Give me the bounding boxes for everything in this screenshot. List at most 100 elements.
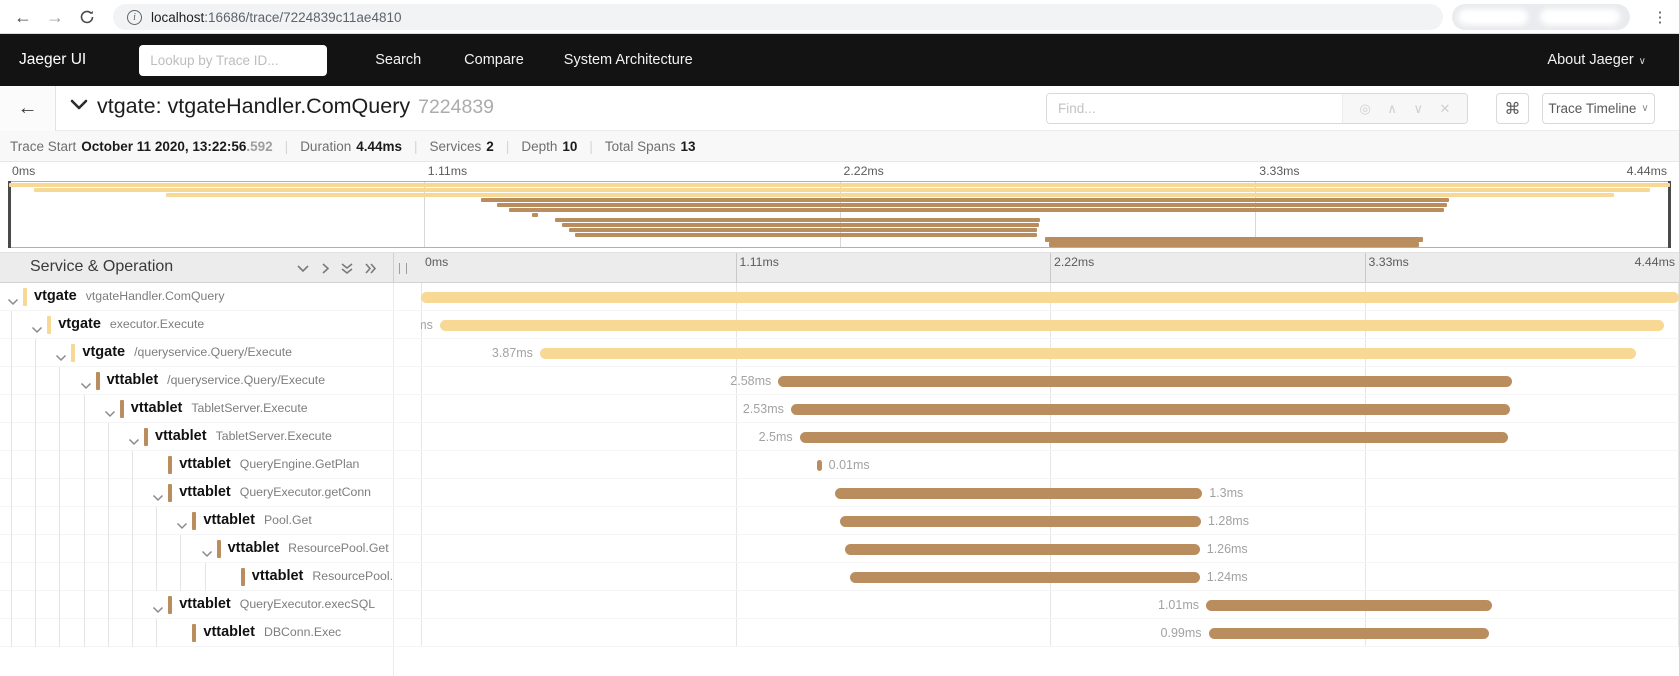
span-duration-bar[interactable] bbox=[778, 376, 1511, 387]
find-input[interactable] bbox=[1047, 94, 1342, 123]
tree-indent-guide bbox=[108, 479, 109, 507]
tree-indent-guide bbox=[180, 535, 181, 563]
span-operation-name: vtgateHandler.ComQuery bbox=[86, 289, 225, 303]
span-tree-row[interactable]: vttabletResourcePool.Get bbox=[0, 535, 393, 563]
tree-indent-guide bbox=[108, 507, 109, 535]
span-tree-row[interactable]: vttablet/queryservice.Query/Execute bbox=[0, 367, 393, 395]
minimap-span-bar bbox=[575, 233, 1037, 237]
minimap-span-bar bbox=[497, 203, 1447, 207]
tree-indent-guide bbox=[11, 423, 12, 451]
tree-indent-guide bbox=[35, 591, 36, 619]
span-tree-row[interactable]: vttabletQueryExecutor.getConn bbox=[0, 479, 393, 507]
page-title: vtgate: vtgateHandler.ComQuery7224839 bbox=[97, 94, 494, 119]
tree-indent-guide bbox=[156, 619, 157, 647]
trace-id-lookup-input[interactable] bbox=[139, 45, 327, 76]
span-duration-bar[interactable] bbox=[440, 320, 1664, 331]
back-button[interactable]: ← bbox=[0, 86, 56, 131]
expand-all-icon[interactable] bbox=[364, 262, 377, 275]
chevron-down-icon[interactable] bbox=[152, 489, 164, 507]
span-duration-bar[interactable] bbox=[800, 432, 1508, 443]
expand-one-icon[interactable] bbox=[320, 262, 330, 275]
browser-reload-icon[interactable] bbox=[72, 0, 102, 34]
span-duration-bar[interactable] bbox=[850, 572, 1200, 583]
chevron-down-icon[interactable] bbox=[7, 293, 19, 311]
tree-indent-guide bbox=[11, 507, 12, 535]
browser-menu-icon[interactable]: ⋮ bbox=[1645, 0, 1675, 34]
minimap-left-handle[interactable] bbox=[8, 181, 11, 248]
nav-item-compare[interactable]: Compare bbox=[464, 52, 524, 68]
nav-item-system-architecture[interactable]: System Architecture bbox=[564, 52, 693, 68]
url-host: localhost bbox=[151, 10, 204, 25]
span-service-name: vttabletTabletServer.Execute bbox=[155, 428, 332, 444]
span-tree-row[interactable]: vttabletQueryExecutor.execSQL bbox=[0, 591, 393, 619]
span-service-name: vttabletTabletServer.Execute bbox=[131, 400, 308, 416]
span-tree-row[interactable]: vttabletTabletServer.Execute bbox=[0, 395, 393, 423]
collapse-one-icon[interactable] bbox=[296, 262, 310, 275]
tree-indent-guide bbox=[108, 619, 109, 647]
url-bar[interactable]: i localhost:16686/trace/7224839c11ae4810 bbox=[113, 4, 1443, 30]
trace-summary-bar: Trace Start October 11 2020, 13:22:56.59… bbox=[0, 131, 1679, 162]
time-tick-label: 1.11ms bbox=[740, 255, 779, 269]
chevron-down-icon[interactable] bbox=[176, 517, 188, 535]
span-duration-bar[interactable] bbox=[840, 516, 1201, 527]
jaeger-ui-brand[interactable]: Jaeger UI bbox=[19, 51, 86, 69]
tree-indent-guide bbox=[84, 563, 85, 591]
timeline-header-controls bbox=[296, 262, 377, 275]
span-tree-row[interactable]: vtgateexecutor.Execute bbox=[0, 311, 393, 339]
chevron-down-icon[interactable] bbox=[152, 601, 164, 619]
browser-back-icon[interactable]: ← bbox=[8, 0, 38, 34]
tree-indent-guide bbox=[84, 479, 85, 507]
table-row: vttabletDBConn.Exec 0.99ms bbox=[0, 619, 1679, 647]
site-info-icon[interactable]: i bbox=[127, 10, 142, 25]
span-timeline-cell: 1.3ms bbox=[421, 479, 1679, 507]
column-resizer-handle[interactable] bbox=[399, 263, 407, 274]
tree-indent-guide bbox=[59, 563, 60, 591]
tree-indent-guide bbox=[11, 311, 12, 339]
minimap-canvas[interactable] bbox=[8, 181, 1671, 248]
chevron-down-icon[interactable] bbox=[31, 321, 43, 339]
span-service-name: vttablet/queryservice.Query/Execute bbox=[107, 372, 325, 388]
table-row: vttablet/queryservice.Query/Execute 2.58… bbox=[0, 367, 1679, 395]
timeline-header: Service & Operation 0ms1.11ms2.22ms3.33m… bbox=[0, 252, 1679, 283]
span-duration-bar[interactable] bbox=[817, 460, 821, 471]
next-match-icon[interactable]: ∨ bbox=[1413, 101, 1423, 117]
span-tree-row[interactable]: vttabletDBConn.Exec bbox=[0, 619, 393, 647]
span-tree-row[interactable]: vttabletPool.Get bbox=[0, 507, 393, 535]
span-tree-row[interactable]: vtgate/queryservice.Query/Execute bbox=[0, 339, 393, 367]
chevron-down-icon[interactable] bbox=[80, 377, 92, 395]
tree-indent-guide bbox=[11, 339, 12, 367]
nav-item-search[interactable]: Search bbox=[375, 52, 421, 68]
tree-indent-guide bbox=[59, 591, 60, 619]
span-tree-row[interactable]: vttabletResourcePool.factory bbox=[0, 563, 393, 591]
keyboard-shortcuts-button[interactable]: ⌘ bbox=[1496, 93, 1529, 124]
service-color-bar bbox=[168, 596, 172, 614]
span-tree-row[interactable]: vttabletQueryEngine.GetPlan bbox=[0, 451, 393, 479]
span-tree-row[interactable]: vtgatevtgateHandler.ComQuery bbox=[0, 283, 393, 311]
span-operation-name: /queryservice.Query/Execute bbox=[167, 373, 325, 387]
span-duration-bar[interactable] bbox=[540, 348, 1636, 359]
trace-view-selector[interactable]: Trace Timeline∨ bbox=[1542, 93, 1655, 124]
browser-forward-icon[interactable]: → bbox=[40, 0, 70, 34]
prev-match-icon[interactable]: ∧ bbox=[1387, 101, 1397, 117]
clear-find-icon[interactable]: ✕ bbox=[1440, 101, 1451, 117]
collapse-all-icon[interactable] bbox=[340, 262, 354, 275]
chevron-down-icon[interactable] bbox=[201, 545, 213, 563]
span-tree-row[interactable]: vttabletTabletServer.Execute bbox=[0, 423, 393, 451]
about-jaeger-menu[interactable]: About Jaeger∨ bbox=[1547, 52, 1646, 68]
chevron-down-icon[interactable] bbox=[104, 405, 116, 423]
span-duration-bar[interactable] bbox=[835, 488, 1202, 499]
minimap-right-handle[interactable] bbox=[1668, 181, 1671, 248]
span-operation-name: QueryEngine.GetPlan bbox=[240, 457, 360, 471]
collapse-trace-detail-icon[interactable] bbox=[70, 98, 88, 116]
chevron-down-icon[interactable] bbox=[128, 433, 140, 451]
span-duration-bar[interactable] bbox=[1206, 600, 1492, 611]
span-duration-bar[interactable] bbox=[421, 292, 1679, 303]
chevron-down-icon[interactable] bbox=[55, 349, 67, 367]
span-timeline-cell: 2.5ms bbox=[421, 423, 1679, 451]
span-duration-bar[interactable] bbox=[845, 544, 1200, 555]
header-gridline bbox=[736, 253, 737, 284]
span-duration-bar[interactable] bbox=[1209, 628, 1490, 639]
span-duration-bar[interactable] bbox=[791, 404, 1511, 415]
focus-match-icon[interactable]: ◎ bbox=[1360, 101, 1371, 117]
header-gridline bbox=[1050, 253, 1051, 284]
